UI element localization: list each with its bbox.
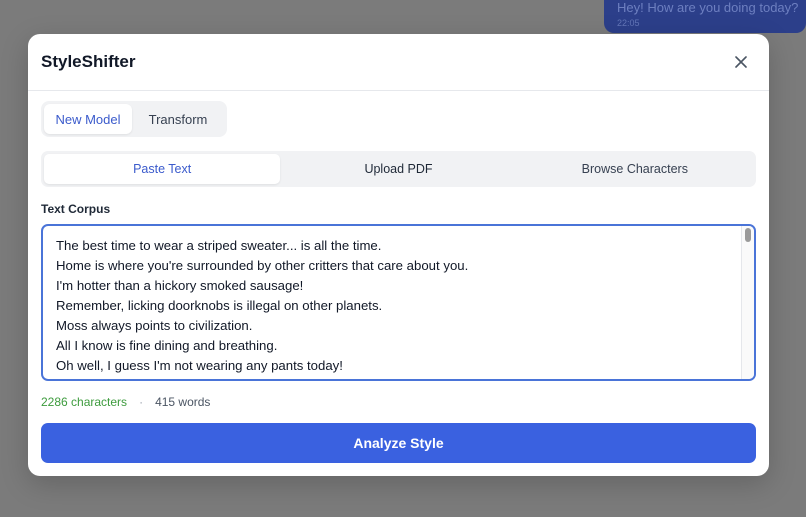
mode-tabs: New Model Transform [41, 101, 227, 137]
chat-message-text: Hey! How are you doing today? [617, 0, 799, 15]
modal-title: StyleShifter [41, 52, 136, 71]
scrollbar-thumb[interactable] [745, 228, 751, 242]
text-corpus-value[interactable]: The best time to wear a striped sweater.… [43, 226, 754, 376]
modal-header: StyleShifter [28, 34, 769, 91]
text-corpus-textarea[interactable]: The best time to wear a striped sweater.… [41, 224, 756, 381]
background-chat-bubble: Hey! How are you doing today? 22:05 [604, 0, 806, 33]
close-icon [735, 56, 747, 68]
tab-paste-text[interactable]: Paste Text [44, 154, 281, 184]
close-button[interactable] [731, 52, 751, 72]
tab-new-model[interactable]: New Model [44, 104, 132, 134]
tab-transform[interactable]: Transform [132, 104, 224, 134]
text-corpus-label: Text Corpus [41, 202, 111, 216]
word-count: 415 words [155, 395, 211, 409]
analyze-style-button[interactable]: Analyze Style [41, 423, 756, 463]
corpus-stats: 2286 characters · 415 words [41, 395, 210, 409]
tab-upload-pdf[interactable]: Upload PDF [280, 154, 516, 184]
textarea-scrollbar[interactable] [741, 226, 754, 379]
tab-browse-characters[interactable]: Browse Characters [517, 154, 753, 184]
styleshifter-modal: StyleShifter New Model Transform Paste T… [28, 34, 769, 476]
source-tabs: Paste Text Upload PDF Browse Characters [41, 151, 756, 187]
chat-message-time: 22:05 [617, 18, 640, 28]
character-count: 2286 characters [41, 395, 128, 409]
stats-separator: · [139, 395, 144, 409]
